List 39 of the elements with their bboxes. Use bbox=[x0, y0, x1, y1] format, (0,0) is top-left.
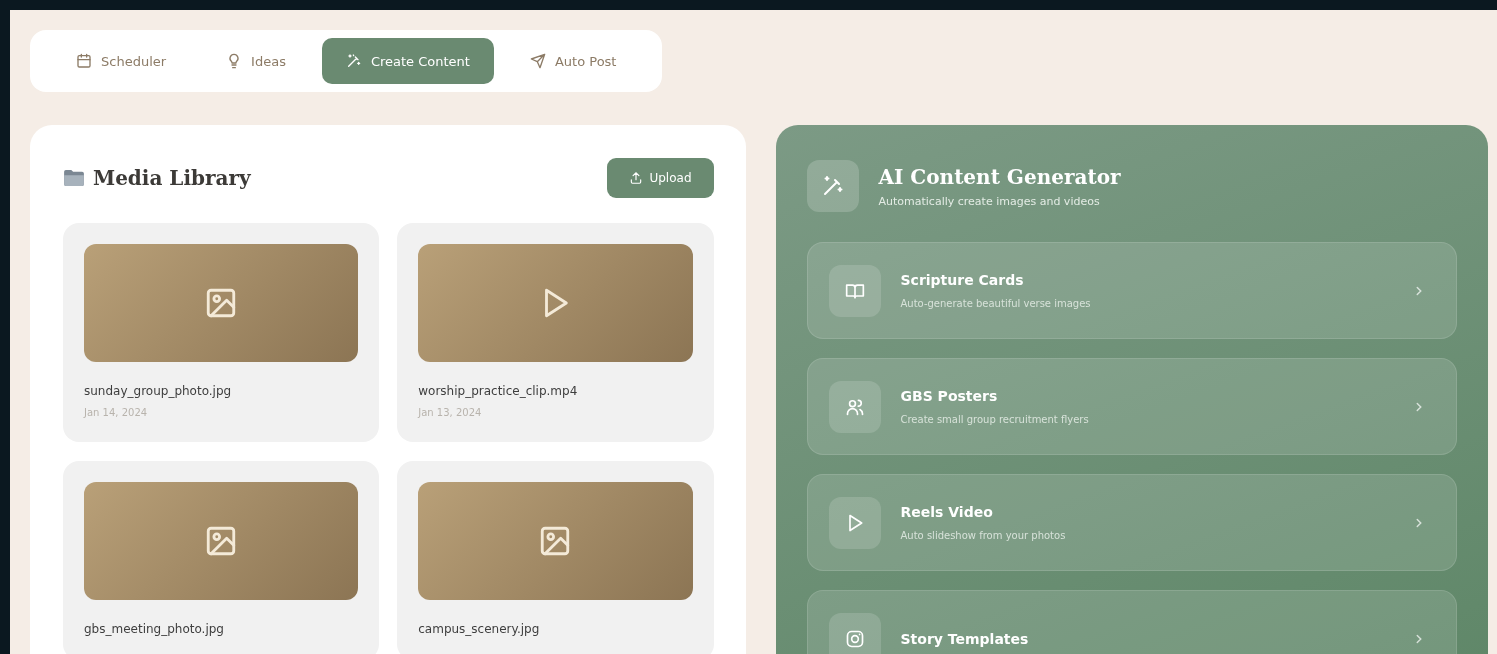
folder-icon bbox=[63, 169, 85, 187]
file-name: gbs_meeting_photo.jpg bbox=[84, 622, 225, 636]
panel-title: AI Content Generator bbox=[878, 164, 1121, 189]
upload-button[interactable]: Upload bbox=[607, 158, 714, 198]
option-title: GBS Posters bbox=[900, 388, 999, 404]
people-icon bbox=[828, 380, 881, 433]
magic-wand-icon bbox=[345, 53, 362, 69]
generator-option[interactable]: Scripture Cards Auto-generate beautiful verse images bbox=[806, 242, 1457, 339]
book-icon bbox=[828, 264, 881, 317]
file-name: sunday_group_photo.jpg bbox=[84, 384, 233, 398]
generator-option[interactable]: GBS Posters Create small group recruitment flyers bbox=[806, 358, 1457, 455]
file-name: campus_scenery.jpg bbox=[418, 622, 541, 636]
send-icon bbox=[529, 53, 546, 69]
magic-wand-icon bbox=[806, 160, 859, 212]
file-name: worship_practice_clip.mp4 bbox=[418, 384, 579, 398]
option-title: Story Templates bbox=[900, 630, 1030, 647]
media-card[interactable]: campus_scenery.jpg bbox=[397, 461, 714, 654]
camera-icon bbox=[828, 612, 881, 654]
file-date: Jan 14, 2024 bbox=[84, 407, 149, 418]
media-card[interactable]: gbs_meeting_photo.jpg bbox=[63, 461, 380, 654]
option-description: Create small group recruitment flyers bbox=[900, 414, 1090, 425]
tab[interactable]: Scheduler bbox=[52, 38, 191, 84]
media-card[interactable]: worship_practice_clip.mp4 Jan 13, 2024 bbox=[397, 223, 714, 442]
option-title: Reels Video bbox=[900, 504, 994, 520]
play-icon bbox=[828, 496, 881, 549]
panel-title: Media Library bbox=[93, 166, 251, 190]
calendar-icon bbox=[76, 53, 92, 69]
file-date: Jan 13, 2024 bbox=[418, 407, 483, 418]
option-description: Auto slideshow from your photos bbox=[900, 530, 1067, 541]
generator-option[interactable]: Reels Video Auto slideshow from your photos bbox=[806, 474, 1457, 571]
tab[interactable]: Ideas bbox=[202, 38, 310, 84]
tab[interactable]: Create Content bbox=[321, 38, 494, 84]
panel-subtitle: Automatically create images and videos bbox=[878, 194, 1101, 208]
upload-icon bbox=[629, 171, 644, 185]
tab[interactable]: Auto Post bbox=[505, 38, 641, 84]
option-title: Scripture Cards bbox=[900, 272, 1025, 288]
option-description: Auto-generate beautiful verse images bbox=[900, 298, 1092, 309]
media-card[interactable]: sunday_group_photo.jpg Jan 14, 2024 bbox=[63, 223, 380, 442]
generator-option[interactable]: Story Templates bbox=[806, 590, 1457, 654]
